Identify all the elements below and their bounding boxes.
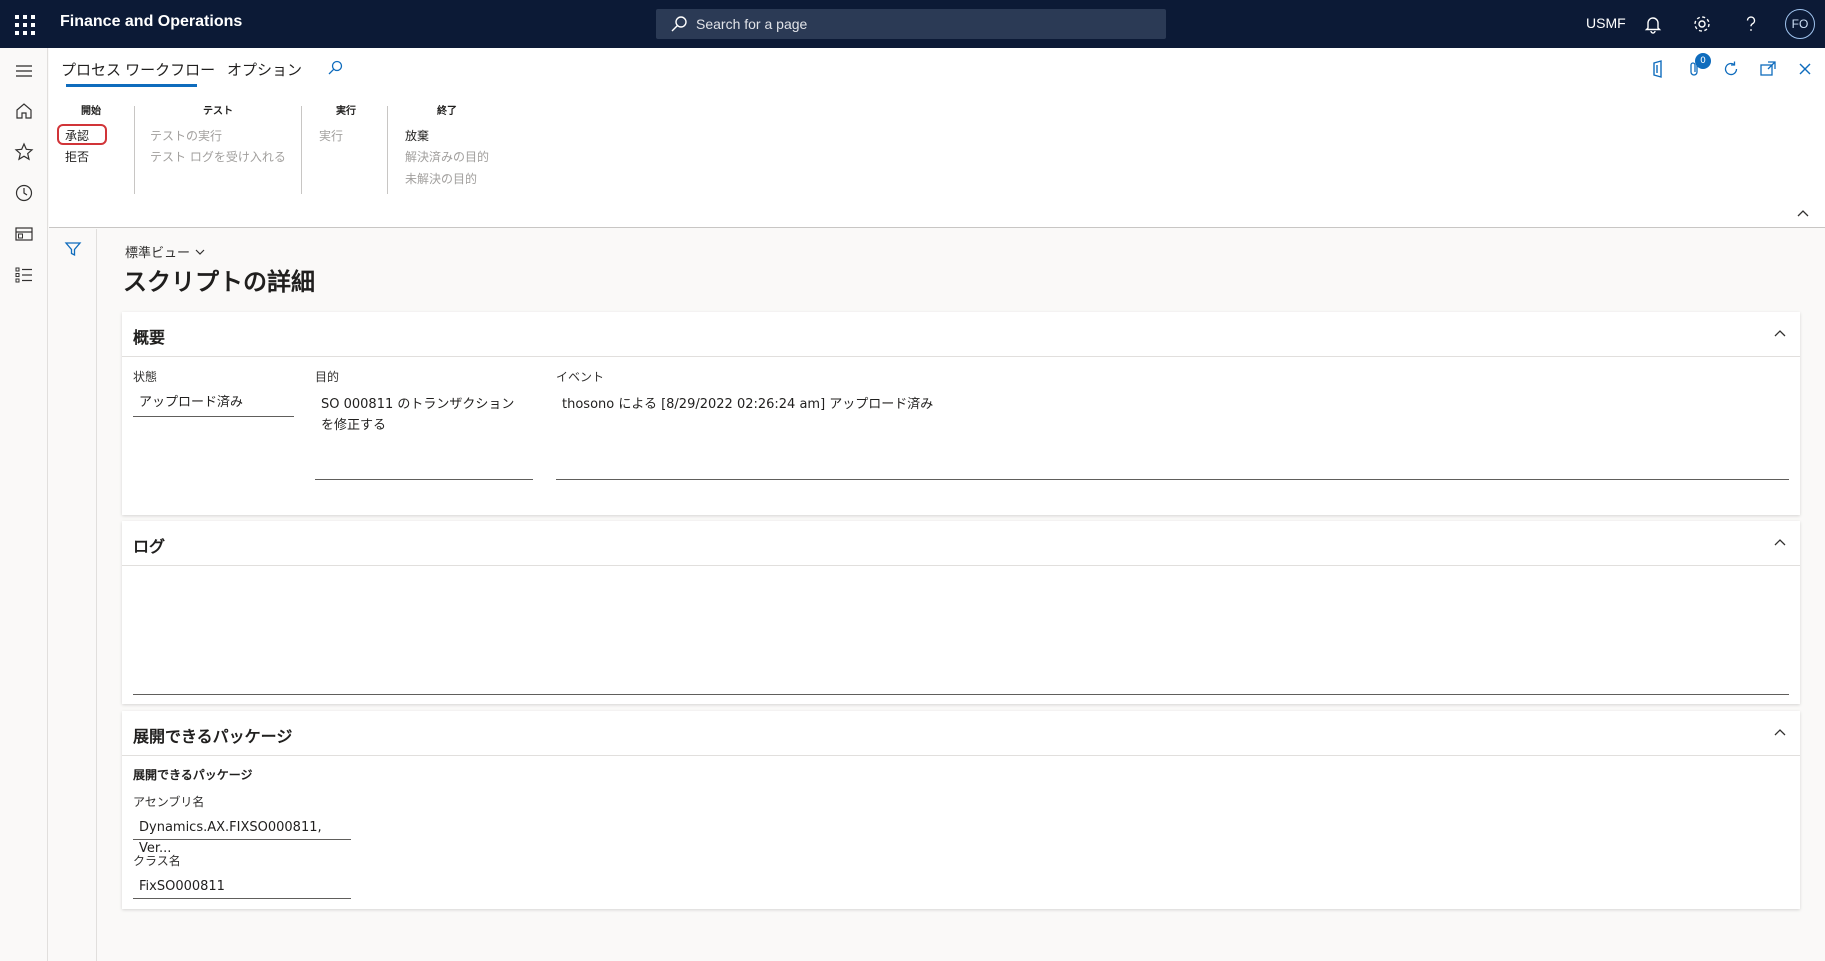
abandon-button[interactable]: 放棄 — [405, 127, 429, 144]
top-navigation-bar: Finance and Operations Search for a page… — [0, 0, 1825, 48]
chevron-up-icon[interactable] — [1772, 326, 1788, 342]
app-launcher-icon[interactable] — [13, 13, 35, 35]
resolved-purpose-button[interactable]: 解決済みの目的 — [405, 148, 489, 165]
view-name: 標準ビュー — [125, 246, 191, 261]
filter-icon[interactable] — [64, 240, 82, 258]
filter-pane-rail — [49, 229, 97, 961]
group-divider — [387, 106, 388, 194]
purpose-field[interactable]: SO 000811 のトランザクション を修正する — [315, 388, 533, 480]
user-avatar[interactable]: FO — [1785, 9, 1815, 39]
refresh-icon[interactable] — [1721, 59, 1741, 79]
collapse-action-pane-icon[interactable] — [1795, 206, 1811, 222]
favorites-star-icon[interactable] — [13, 141, 35, 163]
home-icon[interactable] — [13, 100, 35, 122]
search-icon — [671, 16, 687, 32]
action-search-icon[interactable] — [325, 58, 345, 78]
close-icon[interactable] — [1795, 59, 1815, 79]
group-title-run: 実行 — [336, 106, 356, 117]
tab-process-workflow[interactable]: プロセス ワークフロー — [61, 59, 215, 80]
workspaces-icon[interactable] — [13, 223, 35, 245]
log-title: ログ — [133, 537, 166, 556]
overview-header[interactable]: 概要 — [122, 312, 1800, 357]
group-divider — [134, 106, 135, 194]
group-title-test: テスト — [203, 106, 233, 117]
status-field[interactable]: アップロード済み — [133, 386, 294, 417]
overview-title: 概要 — [133, 328, 166, 347]
group-title-end: 終了 — [437, 106, 457, 117]
log-header[interactable]: ログ — [122, 521, 1800, 566]
open-in-new-window-icon[interactable] — [1758, 59, 1778, 79]
run-button[interactable]: 実行 — [319, 127, 343, 144]
assembly-name-field[interactable]: Dynamics.AX.FIXSO000811, Ver... — [133, 811, 351, 856]
active-tab-indicator — [66, 84, 197, 87]
run-test-button[interactable]: テストの実行 — [150, 127, 222, 144]
event-field[interactable]: thosono による [8/29/2022 02:26:24 am] アップロ… — [556, 388, 1789, 480]
unresolved-purpose-button[interactable]: 未解決の目的 — [405, 170, 477, 187]
packages-header[interactable]: 展開できるパッケージ — [122, 711, 1800, 756]
class-name-field[interactable]: FixSO000811 — [133, 870, 351, 899]
attachment-count-badge: 0 — [1695, 53, 1711, 69]
tab-options[interactable]: オプション — [227, 59, 302, 80]
modules-list-icon[interactable] — [13, 264, 35, 286]
bell-icon[interactable] — [1642, 13, 1664, 35]
log-textarea[interactable] — [133, 573, 1789, 695]
status-label: 状態 — [133, 370, 158, 384]
log-fasttab: ログ — [122, 521, 1800, 704]
packages-title: 展開できるパッケージ — [133, 727, 293, 746]
search-input[interactable]: Search for a page — [656, 9, 1166, 39]
reject-button[interactable]: 拒否 — [65, 148, 89, 165]
group-divider — [301, 106, 302, 194]
chevron-up-icon[interactable] — [1772, 725, 1788, 741]
left-navigation-rail — [0, 48, 48, 961]
purpose-label: 目的 — [315, 370, 340, 384]
packages-subtitle: 展開できるパッケージ — [133, 768, 253, 782]
assembly-name-label: アセンブリ名 — [133, 795, 205, 809]
recent-clock-icon[interactable] — [13, 182, 35, 204]
help-icon[interactable] — [1740, 13, 1762, 35]
action-pane: プロセス ワークフロー オプション 開始 承認 拒否 テスト テストの実行 テス… — [49, 48, 1825, 228]
chevron-up-icon[interactable] — [1772, 535, 1788, 551]
hamburger-menu-icon[interactable] — [13, 60, 35, 82]
group-title-start: 開始 — [81, 106, 101, 117]
gear-icon[interactable] — [1691, 13, 1713, 35]
page-title: スクリプトの詳細 — [123, 268, 315, 296]
app-title[interactable]: Finance and Operations — [60, 13, 242, 31]
event-label: イベント — [556, 370, 605, 384]
overview-fasttab: 概要 状態 アップロード済み 目的 SO 000811 のトランザクション を修… — [122, 312, 1800, 515]
accept-test-log-button[interactable]: テスト ログを受け入れる — [150, 148, 286, 165]
office-icon[interactable] — [1648, 59, 1668, 79]
view-selector[interactable]: 標準ビュー — [125, 242, 206, 261]
search-placeholder: Search for a page — [696, 16, 808, 32]
company-picker[interactable]: USMF — [1586, 15, 1626, 31]
chevron-down-icon — [195, 249, 205, 255]
deployable-packages-fasttab: 展開できるパッケージ 展開できるパッケージ アセンブリ名 Dynamics.AX… — [122, 711, 1800, 909]
approve-button[interactable]: 承認 — [65, 127, 89, 144]
class-name-label: クラス名 — [133, 854, 181, 868]
